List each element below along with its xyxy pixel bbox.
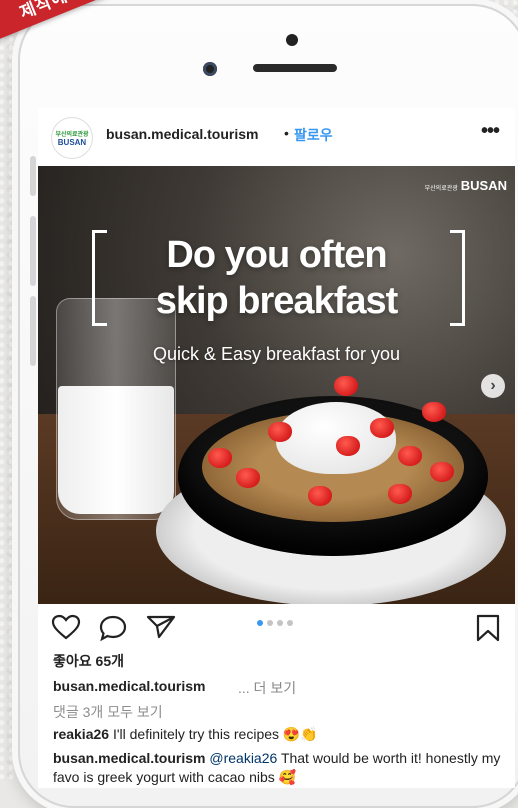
strawberry	[334, 376, 358, 396]
avatar-line2: BUSAN	[57, 138, 87, 147]
next-slide-icon[interactable]: ›	[481, 374, 505, 398]
instagram-post: 부산의료관광 BUSAN busan.medical.tourism • 팔로우…	[38, 108, 515, 788]
username-link[interactable]: busan.medical.tourism	[106, 126, 258, 142]
headline-subtitle: Quick & Easy breakfast for you	[152, 344, 401, 364]
share-icon[interactable]	[146, 614, 176, 640]
follow-button[interactable]: 팔로우	[294, 125, 333, 145]
side-button	[30, 216, 36, 286]
strawberry	[208, 448, 232, 468]
strawberry	[388, 484, 412, 504]
strawberry	[336, 436, 360, 456]
comment-user[interactable]: reakia26	[53, 726, 109, 742]
earpiece-speaker	[253, 64, 337, 72]
yogurt	[276, 402, 396, 474]
milk	[58, 386, 174, 514]
carousel-dot-active	[257, 620, 263, 626]
carousel-indicator	[257, 620, 293, 626]
headline-line2: skip breakfast	[155, 280, 399, 322]
strawberry	[370, 418, 394, 438]
avatar-line1: 부산의료관광	[55, 132, 89, 138]
more-options-icon[interactable]: •••	[481, 120, 500, 143]
carousel-dot	[287, 620, 293, 626]
comment-icon[interactable]	[98, 614, 128, 642]
side-button	[30, 156, 36, 196]
comment-mention[interactable]: @reakia26	[209, 750, 277, 766]
caption-username[interactable]: busan.medical.tourism	[53, 678, 205, 694]
headline-line1: Do you often	[166, 234, 387, 276]
proximity-sensor	[286, 34, 298, 46]
strawberry	[430, 462, 454, 482]
view-all-comments-link[interactable]: 댓글 3개 모두 보기	[53, 702, 163, 722]
side-button	[30, 296, 36, 366]
front-camera	[203, 62, 217, 76]
comment-user[interactable]: busan.medical.tourism	[53, 750, 205, 766]
carousel-dot	[267, 620, 273, 626]
strawberry	[236, 468, 260, 488]
comment-text: I'll definitely try this recipes 😍👏	[112, 726, 318, 742]
bookmark-icon[interactable]	[475, 614, 501, 642]
heart-icon[interactable]	[51, 614, 81, 640]
strawberry	[268, 422, 292, 442]
caption-more-link[interactable]: ... 더 보기	[238, 678, 296, 698]
comment-item: busan.medical.tourism @reakia26 That wou…	[53, 749, 503, 787]
brand-logo: 부산의료관광 BUSAN	[425, 178, 507, 193]
action-bar	[38, 604, 515, 648]
strawberry	[308, 486, 332, 506]
brand-small: 부산의료관광	[424, 186, 458, 192]
post-header: 부산의료관광 BUSAN busan.medical.tourism • 팔로우…	[38, 108, 515, 166]
carousel-dot	[277, 620, 283, 626]
avatar[interactable]: 부산의료관광 BUSAN	[51, 117, 93, 159]
post-image[interactable]: 부산의료관광 BUSAN Do you often skip breakfast …	[38, 166, 515, 604]
separator-dot: •	[284, 125, 289, 141]
strawberry	[422, 402, 446, 422]
comment-item: reakia26 I'll definitely try this recipe…	[53, 725, 503, 744]
brand-large: BUSAN	[460, 178, 507, 193]
likes-count[interactable]: 좋아요 65개	[53, 651, 124, 671]
strawberry	[398, 446, 422, 466]
